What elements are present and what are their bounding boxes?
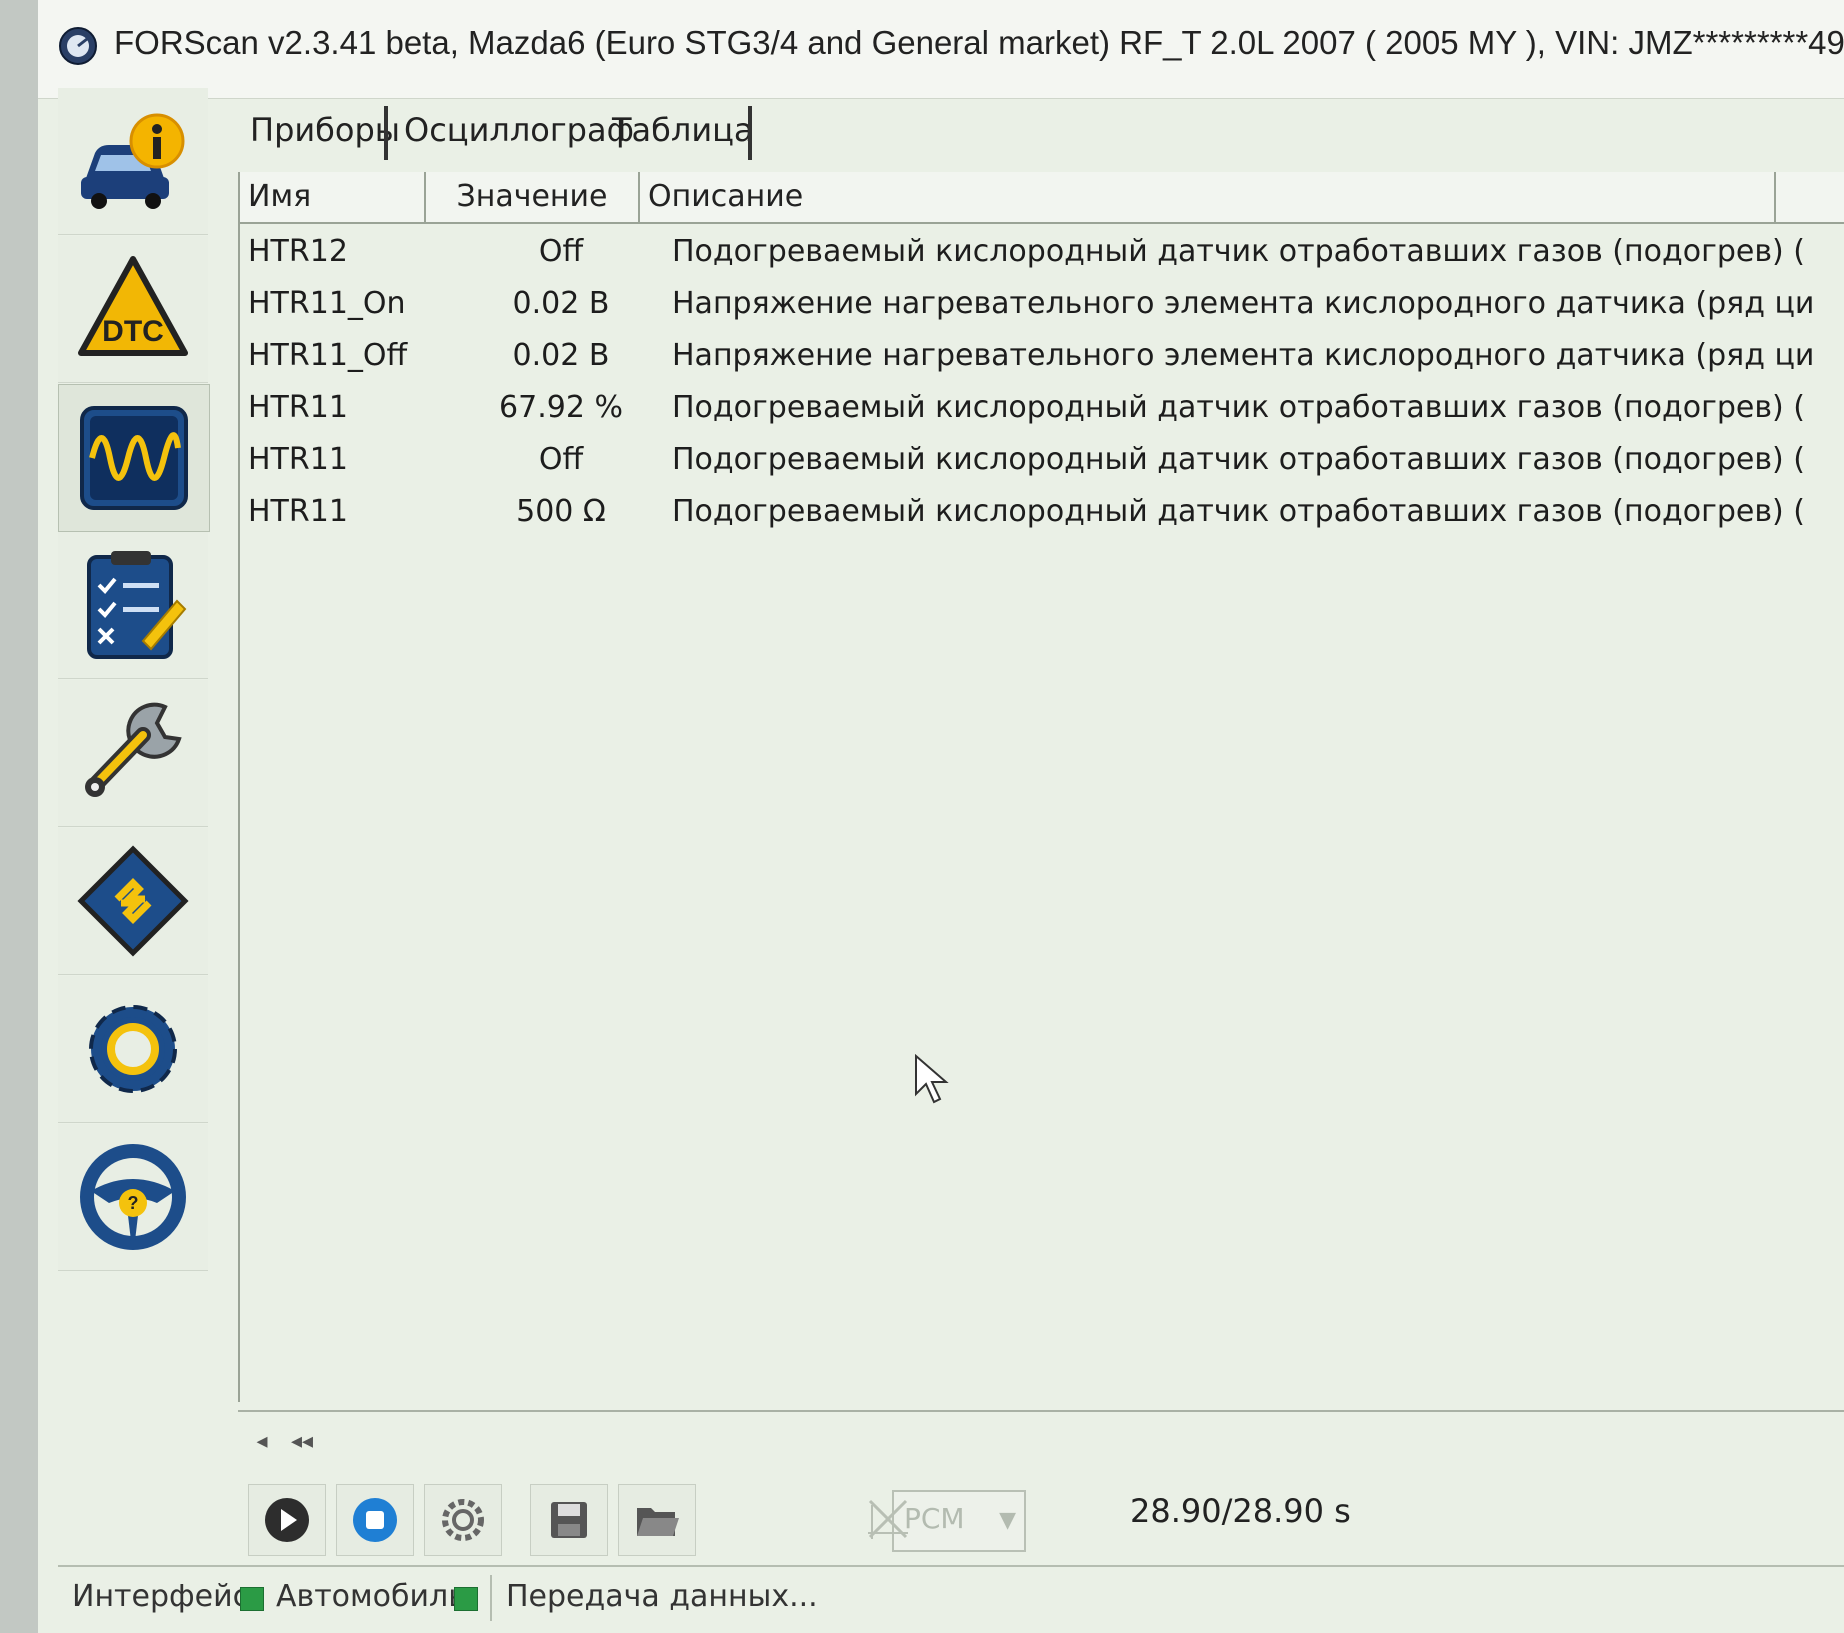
column-header-value[interactable]: Значение [426, 172, 640, 222]
row-description: Подогреваемый кислородный датчик отработ… [672, 494, 1805, 529]
row-name: HTR12 [248, 234, 348, 269]
row-name: HTR11_Off [248, 338, 408, 373]
status-divider [490, 1575, 492, 1621]
horizontal-scroll-area: ◂ ◂◂ [238, 1410, 1844, 1472]
sidebar-item-vehicle-info[interactable] [58, 88, 208, 235]
row-value: 0.02 В [512, 286, 610, 321]
mouse-cursor-icon [915, 1054, 949, 1104]
table-row[interactable]: HTR11_Off 0.02 В Напряжение нагревательн… [240, 330, 1844, 382]
row-name: HTR11 [248, 494, 348, 529]
row-value: 67.92 % [499, 390, 623, 425]
tab-divider [384, 106, 388, 160]
window-title: FORScan v2.3.41 beta, Mazda6 (Euro STG3/… [114, 24, 1844, 61]
status-bar: Интерфейс: Автомобиль: Передача данных..… [58, 1565, 1844, 1627]
table-row[interactable]: HTR11_On 0.02 В Напряжение нагревательно… [240, 278, 1844, 330]
interface-label: Интерфейс: [72, 1579, 260, 1614]
table-row[interactable]: HTR11 67.92 % Подогреваемый кислородный … [240, 382, 1844, 434]
forscan-logo-icon [59, 27, 97, 65]
chevron-down-icon: ▼ [999, 1508, 1016, 1533]
scroll-to-start-button[interactable]: ◂◂ [284, 1422, 320, 1462]
bottom-toolbar: PCM ▼ 28.90/28.90 s [248, 1480, 1844, 1560]
sidebar-item-oscilloscope[interactable] [58, 384, 210, 532]
tab-table[interactable]: Таблица [598, 102, 768, 158]
row-description: Подогреваемый кислородный датчик отработ… [672, 390, 1805, 425]
help-steering-wheel-icon: ? [80, 1144, 186, 1250]
stop-button[interactable] [336, 1484, 414, 1556]
sidebar-item-dtc[interactable]: DTC [58, 236, 208, 383]
vehicle-info-icon [81, 113, 185, 209]
scroll-left-button[interactable]: ◂ [244, 1422, 280, 1462]
row-name: HTR11 [248, 390, 348, 425]
row-description: Напряжение нагревательного элемента кисл… [672, 286, 1815, 321]
status-message: Передача данных... [506, 1579, 818, 1614]
column-header-name[interactable]: Имя [240, 172, 426, 222]
row-name: HTR11_On [248, 286, 406, 321]
app-window: FORScan v2.3.41 beta, Mazda6 (Euro STG3/… [38, 0, 1844, 1633]
time-readout: 28.90/28.90 s [1130, 1492, 1351, 1530]
clear-button[interactable] [850, 1484, 926, 1554]
row-value: 500 Ω [516, 494, 606, 529]
oscilloscope-icon [80, 406, 188, 510]
sidebar-item-checklist[interactable] [58, 532, 208, 679]
row-value: 0.02 В [512, 338, 610, 373]
vehicle-status-led [454, 1587, 478, 1611]
sidebar-item-service[interactable] [58, 680, 208, 827]
table-header: Имя Значение Описание [240, 172, 1844, 224]
row-value: Off [538, 442, 584, 477]
pid-table: Имя Значение Описание HTR12 Off Подогрев… [238, 172, 1844, 1402]
sidebar-item-help[interactable]: ? [58, 1124, 208, 1271]
gear-icon [442, 1499, 484, 1541]
open-button[interactable] [618, 1484, 696, 1556]
table-row[interactable]: HTR11 500 Ω Подогреваемый кислородный да… [240, 486, 1844, 538]
save-button[interactable] [530, 1484, 608, 1556]
row-description: Подогреваемый кислородный датчик отработ… [672, 442, 1805, 477]
save-icon [551, 1502, 587, 1538]
play-button[interactable] [248, 1484, 326, 1556]
table-row[interactable]: HTR12 Off Подогреваемый кислородный датч… [240, 226, 1844, 278]
tab-divider [748, 106, 752, 160]
title-bar: FORScan v2.3.41 beta, Mazda6 (Euro STG3/… [38, 0, 1844, 99]
checklist-icon [87, 551, 187, 659]
row-description: Напряжение нагревательного элемента кисл… [672, 338, 1815, 373]
row-name: HTR11 [248, 442, 348, 477]
stop-icon [353, 1498, 397, 1542]
row-description: Подогреваемый кислородный датчик отработ… [672, 234, 1805, 269]
interface-status-led [240, 1587, 264, 1611]
vehicle-label: Автомобиль: [276, 1579, 476, 1614]
clear-graph-icon [868, 1499, 908, 1539]
sidebar-item-settings[interactable] [58, 976, 208, 1123]
sidebar-item-programming[interactable] [58, 828, 208, 975]
gear-icon [89, 1005, 177, 1093]
svg-text:?: ? [128, 1193, 139, 1213]
column-header-description[interactable]: Описание [640, 172, 1776, 222]
dtc-label: DTC [102, 315, 164, 348]
chip-programming-icon [77, 845, 189, 957]
sidebar: DTC ? [58, 88, 214, 1318]
folder-open-icon [637, 1508, 679, 1536]
table-row[interactable]: HTR11 Off Подогреваемый кислородный датч… [240, 434, 1844, 486]
dtc-warning-icon: DTC [78, 256, 188, 356]
row-value: Off [538, 234, 584, 269]
play-icon [265, 1498, 309, 1542]
config-button[interactable] [424, 1484, 502, 1556]
wrench-icon [85, 702, 182, 797]
